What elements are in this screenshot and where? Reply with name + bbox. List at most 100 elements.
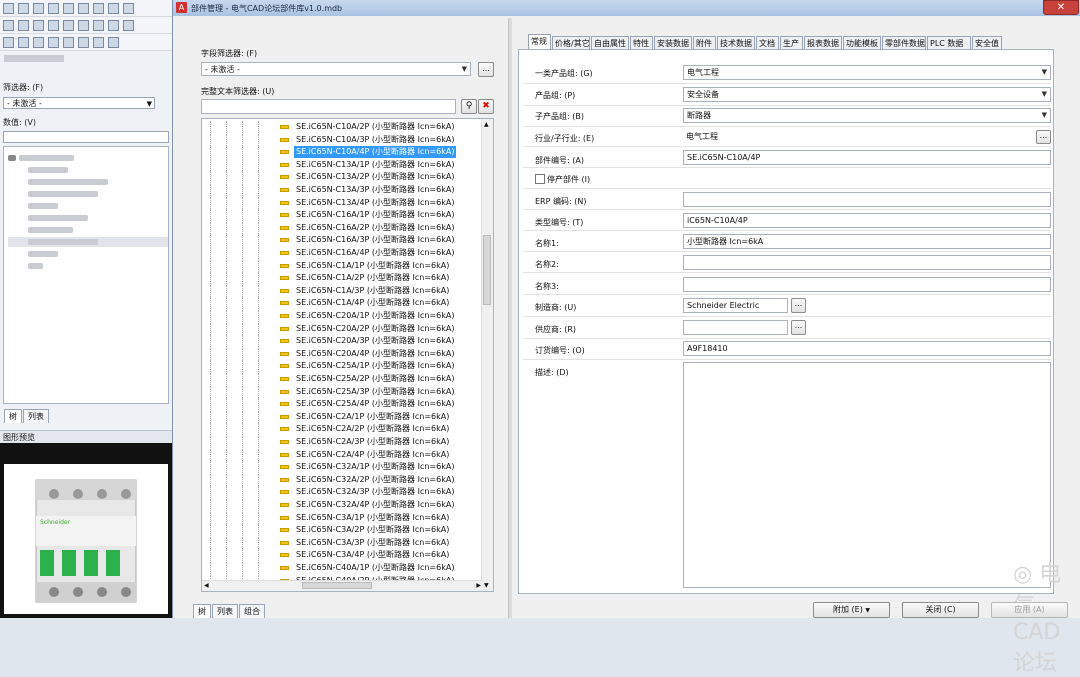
new-icon[interactable] bbox=[3, 3, 14, 14]
supplier-input[interactable] bbox=[683, 320, 788, 335]
discontinued-checkbox[interactable] bbox=[535, 174, 545, 184]
tool-icon[interactable] bbox=[3, 20, 14, 31]
tab-13[interactable]: 安全值 bbox=[972, 36, 1002, 49]
list-item[interactable]: SE.iC65N-C20A/4P (小型断路器 Icn=6kA) bbox=[202, 347, 482, 360]
list-item[interactable]: SE.iC65N-C1A/2P (小型断路器 Icn=6kA) bbox=[202, 272, 482, 285]
tab-5[interactable]: 附件 bbox=[693, 36, 716, 49]
tool-icon[interactable] bbox=[18, 37, 29, 48]
list-item[interactable]: SE.iC65N-C3A/3P (小型断路器 Icn=6kA) bbox=[202, 536, 482, 549]
scroll-thumb[interactable] bbox=[483, 235, 491, 305]
copy-icon[interactable] bbox=[93, 3, 104, 14]
list-item[interactable]: SE.iC65N-C25A/1P (小型断路器 Icn=6kA) bbox=[202, 360, 482, 373]
list-item[interactable]: SE.iC65N-C10A/2P (小型断路器 Icn=6kA) bbox=[202, 121, 482, 133]
tree-item[interactable] bbox=[8, 189, 168, 199]
list-item[interactable]: SE.iC65N-C25A/4P (小型断路器 Icn=6kA) bbox=[202, 398, 482, 411]
name2-input[interactable] bbox=[683, 255, 1051, 270]
tab-list[interactable]: 列表 bbox=[23, 409, 49, 423]
manufacturer-more-button[interactable]: ... bbox=[791, 298, 806, 313]
tab-8[interactable]: 生产 bbox=[780, 36, 803, 49]
list-item[interactable]: SE.iC65N-C20A/3P (小型断路器 Icn=6kA) bbox=[202, 335, 482, 348]
field-filter-select[interactable]: - 未激活 - ▼ bbox=[201, 62, 471, 76]
wrench-icon[interactable] bbox=[63, 3, 74, 14]
tool-icon[interactable] bbox=[48, 37, 59, 48]
paste-icon[interactable] bbox=[108, 3, 119, 14]
scroll-up-icon[interactable]: ▲ bbox=[484, 121, 489, 128]
data-input[interactable] bbox=[3, 131, 169, 143]
apply-button[interactable]: 应用 (A) bbox=[991, 602, 1068, 618]
parts-tree-list[interactable]: SE.iC65N-C10A/2P (小型断路器 Icn=6kA) SE.iC65N… bbox=[201, 118, 494, 592]
tab-12[interactable]: PLC 数据 bbox=[927, 36, 971, 49]
tab-3[interactable]: 特性 bbox=[630, 36, 653, 49]
tab-2[interactable]: 自由属性 bbox=[591, 36, 629, 49]
tab-9[interactable]: 报表数据 bbox=[804, 36, 842, 49]
tab-11[interactable]: 零部件数据 bbox=[882, 36, 926, 49]
attach-button[interactable]: 附加 (E) ▼ bbox=[813, 602, 890, 618]
tab-1[interactable]: 价格/其它 bbox=[552, 36, 590, 49]
tool-icon[interactable] bbox=[78, 20, 89, 31]
tab-4[interactable]: 安装数据 bbox=[654, 36, 692, 49]
close-window-button[interactable]: ✕ bbox=[1043, 0, 1079, 15]
list-item[interactable]: SE.iC65N-C2A/1P (小型断路器 Icn=6kA) bbox=[202, 410, 482, 423]
tab-list[interactable]: 列表 bbox=[212, 604, 238, 618]
tool-icon[interactable] bbox=[93, 37, 104, 48]
sub-group-select[interactable]: 断路器 ▼ bbox=[683, 108, 1051, 123]
tree-item[interactable] bbox=[8, 237, 168, 247]
delete-icon[interactable] bbox=[123, 3, 134, 14]
tool-icon[interactable] bbox=[33, 20, 44, 31]
filter-select[interactable]: - 未激活 - ▼ bbox=[3, 97, 155, 109]
list-item[interactable]: SE.iC65N-C2A/4P (小型断路器 Icn=6kA) bbox=[202, 448, 482, 461]
horizontal-scrollbar[interactable]: ◀ ▶ bbox=[202, 580, 483, 591]
tool-icon[interactable] bbox=[3, 37, 14, 48]
list-item[interactable]: SE.iC65N-C2A/3P (小型断路器 Icn=6kA) bbox=[202, 436, 482, 448]
list-item[interactable]: SE.iC65N-C1A/4P (小型断路器 Icn=6kA) bbox=[202, 297, 482, 310]
list-item[interactable]: SE.iC65N-C20A/1P (小型断路器 Icn=6kA) bbox=[202, 310, 482, 322]
clear-filter-button[interactable]: ✖ bbox=[478, 99, 494, 114]
tree-item[interactable] bbox=[8, 201, 168, 211]
list-item[interactable]: SE.iC65N-C1A/1P (小型断路器 Icn=6kA) bbox=[202, 259, 482, 272]
list-item[interactable]: SE.iC65N-C1A/3P (小型断路器 Icn=6kA) bbox=[202, 284, 482, 297]
tab-6[interactable]: 技术数据 bbox=[717, 36, 755, 49]
scroll-left-icon[interactable]: ◀ bbox=[204, 582, 209, 589]
list-item[interactable]: SE.iC65N-C3A/2P (小型断路器 Icn=6kA) bbox=[202, 524, 482, 537]
list-item[interactable]: SE.iC65N-C16A/2P (小型断路器 Icn=6kA) bbox=[202, 221, 482, 234]
manufacturer-input[interactable]: Schneider Electric bbox=[683, 298, 788, 313]
tree-item[interactable] bbox=[8, 153, 168, 163]
tool-icon[interactable] bbox=[63, 20, 74, 31]
save-icon[interactable] bbox=[33, 3, 44, 14]
list-item[interactable]: SE.iC65N-C40A/1P (小型断路器 Icn=6kA) bbox=[202, 562, 482, 574]
tool-icon[interactable] bbox=[63, 37, 74, 48]
tree-item[interactable] bbox=[8, 177, 168, 187]
tool-icon[interactable] bbox=[108, 20, 119, 31]
list-item[interactable]: SE.iC65N-C2A/2P (小型断路器 Icn=6kA) bbox=[202, 423, 482, 436]
name3-input[interactable] bbox=[683, 277, 1051, 292]
list-item[interactable]: SE.iC65N-C13A/2P (小型断路器 Icn=6kA) bbox=[202, 171, 482, 184]
list-item[interactable]: SE.iC65N-C25A/2P (小型断路器 Icn=6kA) bbox=[202, 373, 482, 385]
list-item[interactable]: SE.iC65N-C13A/4P (小型断路器 Icn=6kA) bbox=[202, 196, 482, 209]
erp-input[interactable] bbox=[683, 192, 1051, 207]
name1-input[interactable]: 小型断路器 Icn=6kA bbox=[683, 234, 1051, 249]
print-icon[interactable] bbox=[48, 3, 59, 14]
tab-10[interactable]: 功能模板 bbox=[843, 36, 881, 49]
scroll-down-icon[interactable]: ▼ bbox=[484, 582, 489, 589]
list-item[interactable]: SE.iC65N-C3A/1P (小型断路器 Icn=6kA) bbox=[202, 511, 482, 524]
field-filter-more-button[interactable]: ... bbox=[478, 62, 494, 77]
list-item[interactable]: SE.iC65N-C10A/4P (小型断路器 Icn=6kA) bbox=[202, 146, 482, 159]
industry-more-button[interactable]: ... bbox=[1036, 130, 1051, 144]
hscroll-thumb[interactable] bbox=[302, 582, 372, 589]
list-item[interactable]: SE.iC65N-C20A/2P (小型断路器 Icn=6kA) bbox=[202, 322, 482, 335]
list-item[interactable]: SE.iC65N-C16A/1P (小型断路器 Icn=6kA) bbox=[202, 209, 482, 222]
tree-item[interactable] bbox=[8, 225, 168, 235]
splitter[interactable] bbox=[508, 18, 512, 618]
part-number-input[interactable]: SE.iC65N-C10A/4P bbox=[683, 150, 1051, 165]
fulltext-filter-input[interactable] bbox=[201, 99, 456, 114]
list-item[interactable]: SE.iC65N-C32A/4P (小型断路器 Icn=6kA) bbox=[202, 499, 482, 511]
order-number-input[interactable]: A9F18410 bbox=[683, 341, 1051, 356]
tree-view[interactable] bbox=[3, 146, 169, 404]
list-item[interactable]: SE.iC65N-C13A/3P (小型断路器 Icn=6kA) bbox=[202, 184, 482, 196]
cut-icon[interactable] bbox=[78, 3, 89, 14]
scroll-right-icon[interactable]: ▶ bbox=[476, 582, 481, 589]
tool-icon[interactable] bbox=[33, 37, 44, 48]
tree-item[interactable] bbox=[8, 165, 168, 175]
list-item[interactable]: SE.iC65N-C10A/3P (小型断路器 Icn=6kA) bbox=[202, 133, 482, 146]
list-item[interactable]: SE.iC65N-C32A/2P (小型断路器 Icn=6kA) bbox=[202, 473, 482, 486]
